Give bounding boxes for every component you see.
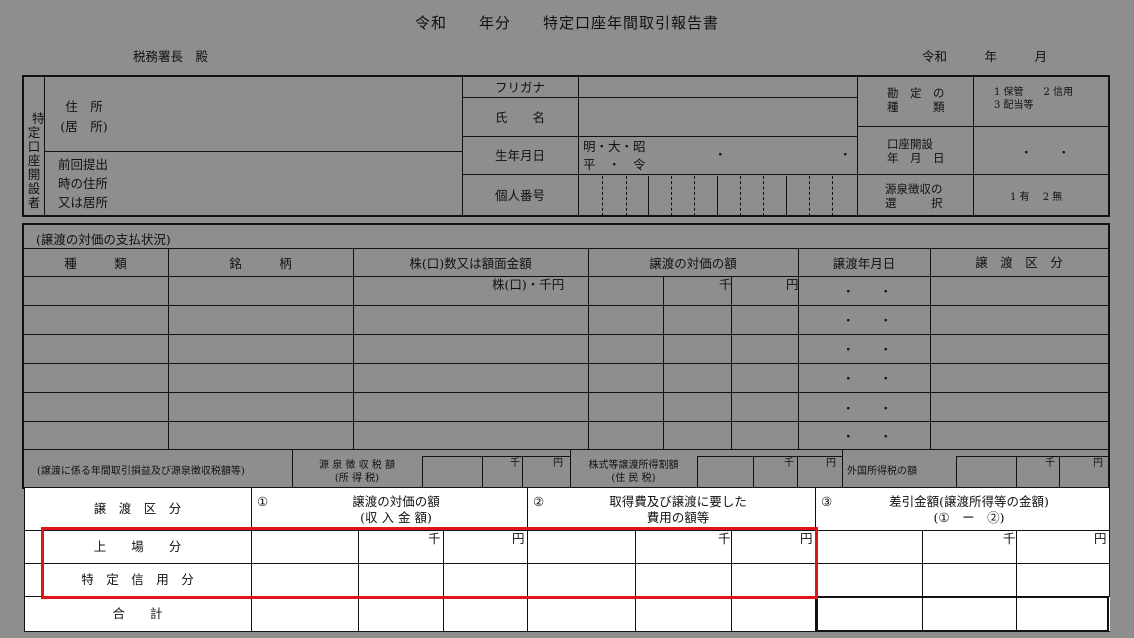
furigana-label: フリガナ	[494, 80, 545, 95]
column-transfer-date: 譲渡年月日	[832, 256, 896, 271]
date-dots: ・ ・	[842, 284, 893, 299]
summary-yen: 円	[1094, 531, 1107, 546]
withholding-tax-label: 源 泉 徴 収 税 額 (所 得 税)	[319, 460, 395, 484]
previous-address-label: 前回提出 時の住所 又は居所	[58, 157, 109, 210]
column-issue: 銘 柄	[229, 256, 292, 271]
form-title: 令和 年分 特定口座年間取引報告書	[414, 14, 719, 32]
column-type: 種 類	[64, 256, 127, 271]
date-dots: ・ ・	[842, 401, 893, 416]
column-transfer-category: 譲 渡 区 分	[975, 255, 1063, 270]
address-label: 住 所 (居 所)	[60, 99, 108, 134]
column-shares: 株(口)数又は額面金額	[409, 256, 532, 271]
era-options-1: 明・大・昭	[583, 139, 646, 154]
name-label: 氏 名	[494, 110, 545, 125]
unit-shares: 株(口)・千円	[492, 277, 565, 292]
col1-header: 譲渡の対価の額 (収 入 金 額)	[352, 494, 440, 525]
summary-thousand: 千	[1003, 531, 1016, 546]
date-dots: ・ ・	[842, 371, 893, 386]
tax-yen: 円	[826, 458, 836, 469]
birthdate-label: 生年月日	[494, 148, 545, 163]
col2-header: 取得費及び譲渡に要した 費用の額等	[609, 494, 747, 525]
account-type-options: 1 保管 2 信用 3 配当等	[994, 87, 1074, 111]
individual-number-label: 個人番号	[494, 188, 545, 203]
opening-date-dots: ・ ・	[1020, 145, 1071, 160]
account-holder-side-label: 特定口座開設者	[27, 111, 45, 210]
addressee: 税務署長 殿	[133, 49, 209, 64]
birthdate-dots: ・ ・	[714, 147, 852, 162]
era-options-2: 平 ・ 令	[583, 157, 646, 172]
withholding-label: 源泉徴収の 選 択	[885, 182, 943, 211]
local-tax-label: 株式等譲渡所得割額 (住 民 税)	[588, 460, 679, 484]
tax-yen: 円	[1093, 458, 1103, 469]
annual-tax-label: (譲渡に係る年間取引損益及び源泉徴収税額等)	[37, 466, 245, 477]
column-consideration: 譲渡の対価の額	[649, 256, 737, 271]
col3-header: 差引金額(譲渡所得等の金額) (① ー ②)	[889, 494, 1049, 525]
unit-yen: 円	[786, 277, 799, 292]
unit-thousand: 千	[719, 277, 732, 292]
report-date: 令和 年 月	[922, 49, 1048, 64]
date-dots: ・ ・	[842, 342, 893, 357]
date-dots: ・ ・	[842, 313, 893, 328]
opening-date-label: 口座開設 年 月 日	[887, 137, 945, 166]
foreign-tax-label: 外国所得税の額	[847, 466, 917, 477]
highlight-box	[41, 527, 818, 599]
tax-thousand: 千	[510, 458, 520, 469]
tax-thousand: 千	[784, 458, 794, 469]
payments-section-title: (譲渡の対価の支払状況)	[36, 232, 171, 247]
tax-yen: 円	[553, 458, 563, 469]
account-type-label: 勘 定 の 種 類	[887, 86, 945, 115]
date-dots: ・ ・	[842, 429, 893, 444]
row-total: 合 計	[112, 606, 163, 621]
summary-category-header: 譲 渡 区 分	[93, 501, 182, 516]
withholding-options: 1 有 2 無	[1010, 192, 1063, 203]
tax-thousand: 千	[1045, 458, 1055, 469]
